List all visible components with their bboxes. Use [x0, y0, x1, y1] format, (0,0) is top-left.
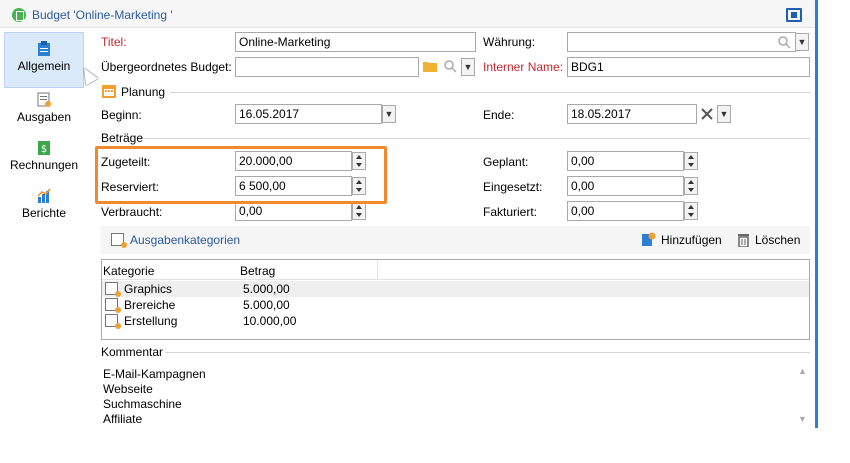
sidebar-item-label: Berichte [21, 206, 67, 220]
column-header-amount[interactable]: Betrag [240, 264, 275, 278]
comment-section-title: Kommentar [101, 345, 164, 359]
fakturiert-label: Fakturiert: [483, 205, 538, 219]
categories-table: Kategorie Betrag Graphics 5.000,00 Brere… [101, 259, 810, 340]
internal-name-input[interactable]: BDG1 [567, 57, 810, 77]
table-header: Kategorie Betrag [102, 260, 809, 280]
svg-text:$: $ [41, 144, 47, 155]
expense-category-icon [105, 314, 121, 329]
comment-textarea[interactable]: E-Mail-Kampagnen Webseite Suchmaschine A… [101, 362, 810, 428]
verbraucht-spinner[interactable] [352, 202, 366, 220]
maximize-icon[interactable] [786, 8, 802, 22]
verbraucht-label: Verbraucht: [101, 205, 163, 219]
clear-icon[interactable] [701, 108, 713, 120]
waehrung-dropdown-button[interactable]: ▼ [795, 33, 809, 51]
sidebar: Allgemein Ausgaben $ Rechnungen Berichte [0, 28, 90, 428]
internal-name-label: Interner Name: [483, 60, 564, 74]
sidebar-item-label: Ausgaben [16, 110, 72, 124]
column-divider [377, 260, 378, 280]
category-name: Brereiche [124, 298, 176, 312]
geplant-input[interactable]: 0,00 [567, 151, 684, 171]
sidebar-item-berichte[interactable]: Berichte [4, 180, 84, 236]
search-icon[interactable] [443, 59, 457, 73]
waehrung-label: Währung: [483, 35, 536, 49]
fakturiert-spinner[interactable] [684, 202, 698, 220]
category-amount: 10.000,00 [243, 314, 297, 328]
delete-button-label: Löschen [755, 233, 801, 247]
categories-title: Ausgabenkategorien [130, 233, 241, 247]
category-name: Graphics [124, 282, 173, 296]
table-row[interactable]: Brereiche 5.000,00 [102, 297, 809, 313]
add-button-label: Hinzufügen [661, 233, 722, 247]
section-divider [165, 352, 810, 353]
scroll-down-icon[interactable]: ▼ [798, 414, 807, 424]
trash-icon [738, 234, 749, 247]
window-title: Budget 'Online-Marketing ' [32, 8, 173, 22]
parent-budget-input[interactable] [235, 57, 419, 77]
comment-line: E-Mail-Kampagnen [103, 367, 206, 381]
verbraucht-input[interactable]: 0,00 [235, 201, 352, 221]
highlight-annotation [95, 146, 387, 204]
titel-label: Titel: [101, 35, 127, 49]
invoice-icon: $ [38, 141, 50, 155]
amounts-section-title: Beträge [101, 131, 144, 145]
sidebar-item-allgemein[interactable]: Allgemein [4, 32, 84, 88]
begin-date-dropdown-button[interactable]: ▼ [382, 105, 396, 123]
chart-icon [37, 188, 51, 203]
comment-line: Affiliate [103, 412, 143, 426]
category-amount: 5.000,00 [243, 298, 290, 312]
search-icon[interactable] [777, 35, 791, 49]
begin-date-input[interactable]: 16.05.2017 [235, 104, 382, 124]
eingesetzt-input[interactable]: 0,00 [567, 176, 684, 196]
parent-budget-dropdown-button[interactable]: ▼ [461, 58, 475, 76]
eingesetzt-spinner[interactable] [684, 177, 698, 195]
category-amount: 5.000,00 [243, 282, 290, 296]
eingesetzt-label: Eingesetzt: [483, 180, 543, 194]
sidebar-item-label: Allgemein [17, 59, 71, 73]
comment-line: Suchmaschine [103, 397, 182, 411]
end-label: Ende: [483, 108, 515, 122]
expense-category-icon [105, 298, 121, 313]
folder-icon[interactable] [423, 60, 437, 72]
titel-input[interactable]: Online-Marketing [235, 32, 476, 52]
clipboard-icon [38, 41, 50, 56]
column-header-category[interactable]: Kategorie [103, 264, 154, 278]
table-row[interactable]: Graphics 5.000,00 [102, 281, 809, 297]
planning-section-title: Planung [121, 85, 166, 99]
title-bar: Budget 'Online-Marketing ' [0, 0, 815, 28]
expense-category-icon [105, 282, 121, 297]
budget-icon [12, 8, 26, 22]
scroll-up-icon[interactable]: ▲ [798, 366, 807, 376]
section-divider [170, 92, 810, 93]
geplant-spinner[interactable] [684, 152, 698, 170]
end-date-input[interactable]: 18.05.2017 [567, 104, 697, 124]
table-row[interactable]: Erstellung 10.000,00 [102, 313, 809, 329]
geplant-label: Geplant: [483, 155, 529, 169]
comment-line: Webseite [103, 382, 153, 396]
sidebar-item-label: Rechnungen [9, 158, 79, 172]
budget-window: Budget 'Online-Marketing ' Allgemein Aus… [0, 0, 818, 428]
fakturiert-input[interactable]: 0,00 [567, 201, 684, 221]
begin-label: Beginn: [101, 108, 142, 122]
expenses-icon [37, 92, 51, 107]
calendar-icon [102, 85, 116, 98]
add-icon [642, 232, 656, 246]
waehrung-input[interactable] [567, 32, 796, 52]
end-date-dropdown-button[interactable]: ▼ [717, 105, 731, 123]
section-divider [144, 138, 810, 139]
comment-scrollbar[interactable]: ▲ ▼ [796, 364, 808, 426]
expense-category-icon [111, 233, 127, 248]
parent-budget-label: Übergeordnetes Budget: [101, 60, 232, 74]
category-name: Erstellung [124, 314, 178, 328]
